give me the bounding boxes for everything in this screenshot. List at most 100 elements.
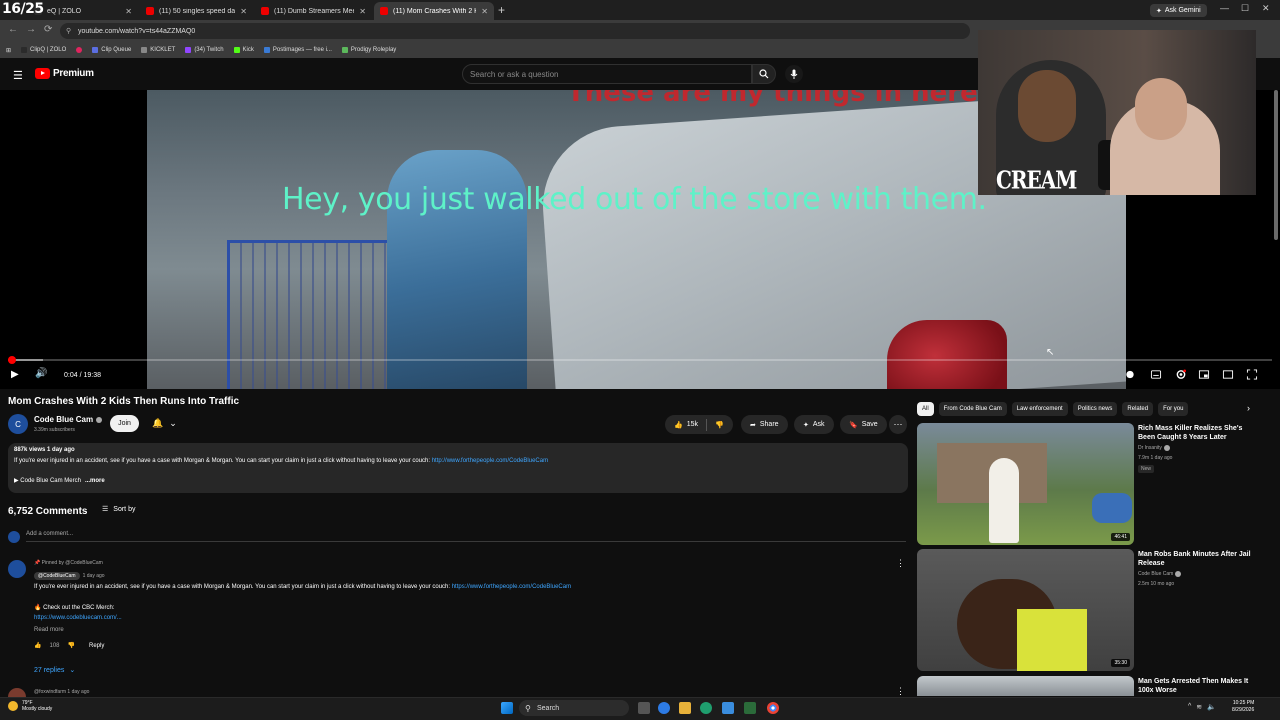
play-icon[interactable]: ▶: [11, 369, 19, 380]
chip-politics-news[interactable]: Politics news: [1072, 402, 1118, 416]
miniplayer-icon[interactable]: [1198, 369, 1210, 380]
chip-from-channel[interactable]: From Code Blue Cam: [938, 402, 1007, 416]
copilot-icon[interactable]: [658, 702, 670, 714]
read-more-link[interactable]: Read more: [34, 627, 64, 633]
weather-widget[interactable]: 79°F Mostly cloudy: [8, 700, 52, 712]
comment-age[interactable]: 1 day ago: [83, 573, 105, 579]
search-input[interactable]: Search or ask a question: [462, 64, 752, 84]
chevron-right-icon[interactable]: ›: [1247, 403, 1250, 413]
author-badge[interactable]: @CodeBlueCam: [34, 572, 80, 580]
comment-menu-icon[interactable]: ⋮: [896, 686, 905, 697]
back-arrow-icon[interactable]: ←: [8, 24, 18, 35]
browser-tab-zolo[interactable]: eQ | ZOLO ✕: [28, 2, 138, 20]
recommendation-title[interactable]: Man Gets Arrested Then Makes It 100x Wor…: [1138, 677, 1258, 695]
edge-browser-icon[interactable]: [700, 702, 712, 714]
description-link[interactable]: http://www.forthepeople.com/CodeBlueCam: [432, 458, 548, 464]
description-box[interactable]: [8, 443, 908, 493]
recommendation-title[interactable]: Rich Mass Killer Realizes She's Been Cau…: [1138, 424, 1258, 442]
close-icon[interactable]: ✕: [359, 7, 366, 16]
minimize-icon[interactable]: —: [1220, 3, 1229, 13]
browser-tab-speed-date[interactable]: (11) 50 singles speed date stra ✕: [140, 2, 253, 20]
url-field[interactable]: ⚲ youtube.com/watch?v=ts44aZZMAQ0: [60, 23, 970, 39]
sort-comments-button[interactable]: ☰ Sort by: [102, 505, 135, 514]
comment-menu-icon[interactable]: ⋮: [896, 558, 905, 569]
close-icon[interactable]: ✕: [240, 7, 247, 16]
maximize-icon[interactable]: ☐: [1241, 3, 1249, 14]
recommendation-title[interactable]: Man Robs Bank Minutes After Jail Release: [1138, 550, 1258, 568]
taskbar-search[interactable]: ⚲ Search: [519, 700, 629, 716]
file-explorer-icon[interactable]: [679, 702, 691, 714]
comment-author-avatar[interactable]: [8, 560, 26, 578]
menu-icon[interactable]: ☰: [13, 69, 23, 82]
reply-button[interactable]: Reply: [89, 643, 104, 649]
close-window-icon[interactable]: ✕: [1262, 3, 1270, 14]
recommendation-thumbnail[interactable]: 35:30: [917, 549, 1134, 671]
recommendation-thumbnail[interactable]: [917, 676, 1134, 696]
comment-author[interactable]: @foxwindfarm 1 day ago: [34, 689, 89, 695]
bookmark-twitch[interactable]: (34) Twitch: [185, 47, 224, 53]
close-icon[interactable]: ✕: [481, 7, 488, 16]
recommendation-channel[interactable]: Code Blue Cam: [1138, 571, 1182, 577]
taskbar-clock[interactable]: 10:25 PM 8/29/2026: [1232, 700, 1254, 714]
fullscreen-icon[interactable]: [1246, 369, 1258, 380]
like-count[interactable]: 15k: [687, 421, 698, 428]
description-merch[interactable]: ▶ Code Blue Cam Merch ...more: [14, 477, 105, 484]
browser-tab-dumb-streamers[interactable]: (11) Dumb Streamers Meet Kar ✕: [255, 2, 372, 20]
chip-for-you[interactable]: For you: [1158, 402, 1189, 416]
new-tab-button[interactable]: +: [498, 3, 505, 17]
windows-start-icon[interactable]: [501, 702, 513, 714]
bookmark-prodigy[interactable]: Prodigy Roleplay: [341, 47, 396, 53]
share-button[interactable]: ➦ Share: [741, 415, 788, 434]
progress-bar[interactable]: [8, 356, 1272, 364]
subscription-bell-button[interactable]: 🔔 ⌄: [147, 415, 187, 432]
show-more-link[interactable]: ...more: [85, 478, 105, 484]
add-comment-input[interactable]: Add a comment...: [26, 531, 906, 542]
settings-gear-icon[interactable]: [1175, 369, 1187, 380]
search-button[interactable]: [752, 64, 776, 84]
thumbs-down-icon[interactable]: 👎: [68, 642, 75, 649]
thumbs-up-icon[interactable]: 👍: [674, 421, 683, 429]
page-scrollbar[interactable]: [1274, 90, 1278, 240]
close-icon[interactable]: ✕: [125, 7, 132, 16]
bookmark-clip-queue[interactable]: Clip Queue: [92, 47, 131, 53]
chevron-up-icon[interactable]: ^: [1188, 703, 1191, 711]
site-info-icon[interactable]: ⚲: [66, 27, 71, 35]
wifi-icon[interactable]: ≋: [1196, 703, 1202, 711]
app-icon[interactable]: [744, 702, 756, 714]
channel-name[interactable]: Code Blue Cam: [34, 415, 103, 424]
autoplay-toggle-icon[interactable]: [1124, 369, 1136, 380]
ask-gemini-button[interactable]: ✦ Ask Gemini: [1150, 4, 1207, 17]
reload-icon[interactable]: ⟳: [44, 24, 52, 35]
chip-all[interactable]: All: [917, 402, 934, 416]
ask-button[interactable]: ✦ Ask: [794, 415, 834, 434]
bookmark-postimages[interactable]: Postimages — free i...: [263, 47, 332, 53]
chrome-icon[interactable]: [767, 702, 779, 714]
recommendation-channel[interactable]: Dr Insanity: [1138, 445, 1170, 451]
browser-tab-mom-crashes[interactable]: (11) Mom Crashes With 2 Kids ✕: [374, 2, 494, 20]
thumbs-down-icon[interactable]: 👎: [715, 421, 724, 429]
bookmark-pink[interactable]: [76, 47, 83, 53]
voice-search-button[interactable]: [785, 65, 803, 83]
save-button[interactable]: 🔖 Save: [840, 415, 887, 434]
join-button[interactable]: Join: [110, 415, 139, 432]
channel-avatar[interactable]: C: [8, 414, 28, 434]
more-actions-icon[interactable]: ⋯: [889, 415, 907, 434]
volume-icon[interactable]: 🔊: [35, 368, 47, 379]
speaker-icon[interactable]: 🔈: [1207, 703, 1216, 711]
bookmark-kicklet[interactable]: KICKLET: [141, 47, 175, 53]
chip-law-enforcement[interactable]: Law enforcement: [1011, 402, 1068, 416]
store-icon[interactable]: [722, 702, 734, 714]
forward-arrow-icon[interactable]: →: [26, 24, 36, 35]
bookmark-kick[interactable]: Kick: [233, 47, 254, 53]
cast-icon[interactable]: [1222, 369, 1234, 380]
bookmark-clipq[interactable]: ClipQ | ZOLO: [21, 47, 66, 53]
youtube-logo[interactable]: Premium: [35, 68, 94, 79]
task-view-icon[interactable]: [638, 702, 650, 714]
subtitles-icon[interactable]: [1150, 369, 1162, 380]
view-replies-button[interactable]: 27 replies ⌄: [34, 666, 75, 675]
apps-grid-icon[interactable]: ⊞: [6, 47, 11, 54]
recommendation-thumbnail[interactable]: 46:41: [917, 423, 1134, 545]
thumbs-up-icon[interactable]: 👍: [34, 642, 41, 649]
chip-related[interactable]: Related: [1122, 402, 1154, 416]
comment-link[interactable]: https://www.forthepeople.com/CodeBlueCam: [452, 584, 571, 590]
